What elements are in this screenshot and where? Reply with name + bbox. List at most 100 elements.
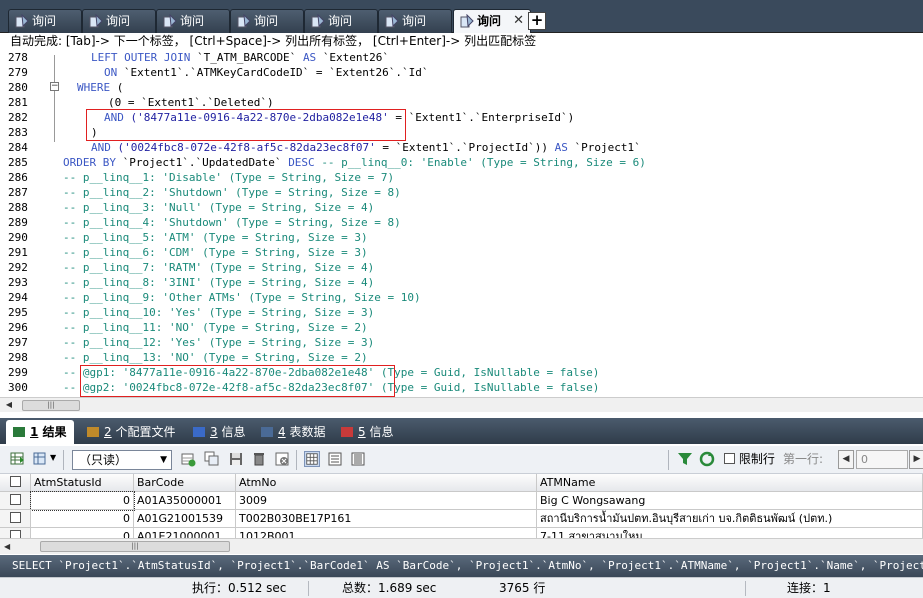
line-number: 299 <box>8 366 28 379</box>
limit-rows-checkbox[interactable]: 限制行 <box>724 451 775 467</box>
table-row[interactable]: 0 A01G21001539 T002B030BE17P161 สถานีบริการ… <box>0 510 923 528</box>
code-line: 293 -- p__linq__8: '3INI' (Type = String,… <box>0 275 923 290</box>
scroll-thumb[interactable]: ||| <box>22 400 80 411</box>
prev-page-button[interactable]: ◀ <box>838 450 854 469</box>
row-check[interactable] <box>9 530 21 538</box>
result-tab-3[interactable]: 3 信息 <box>186 420 248 444</box>
query-icon <box>163 14 177 28</box>
row-check[interactable] <box>9 494 21 505</box>
code-line: 281 (0 = `Extent1`.`Deleted`) <box>0 95 923 110</box>
code-text: -- @gp2: '0024fbc8-072e-42f8-af5c-82da23… <box>63 380 599 395</box>
duplicate-row-icon[interactable] <box>204 451 220 467</box>
query-tab-1[interactable]: 询问 <box>8 9 82 33</box>
form-view-icon[interactable] <box>327 451 343 467</box>
table-cell[interactable]: สถานีบริการน้ำมันปตท.อินบุรีสายเก่า บจ.ก… <box>537 510 923 528</box>
result-toolbar: ▼ （只读） ▼ 限制行 第一行: ◀ 0 ▶ <box>0 446 923 474</box>
import-grid-icon[interactable] <box>32 451 48 467</box>
sql-editor[interactable]: − 278 LEFT OUTER JOIN `T_ATM_BARCODE` AS … <box>0 49 923 397</box>
code-line: 284 AND ('0024fbc8-072e-42f8-af5c-82da23e… <box>0 140 923 155</box>
query-tab-2[interactable]: 询问 <box>82 9 156 33</box>
column-header[interactable]: AtmNo <box>236 474 537 492</box>
table-cell[interactable]: 7-11 สาขาสนามใหม <box>537 528 923 538</box>
table-cell[interactable]: A01A35000001 <box>134 492 236 510</box>
result-tab-label: 结果 <box>42 425 67 439</box>
chevron-down-icon: ▼ <box>160 455 167 465</box>
table-cell[interactable]: 0 <box>31 510 134 528</box>
code-line: 285 ORDER BY `Project1`.`UpdatedDate` DES… <box>0 155 923 170</box>
code-token: ( <box>116 81 124 94</box>
query-tab-7[interactable]: 询问 ✕ <box>453 9 531 34</box>
code-line: 294 -- p__linq__9: 'Other ATMs' (Type = S… <box>0 290 923 305</box>
column-header[interactable]: ATMName <box>537 474 923 492</box>
result-grid[interactable]: AtmStatusId BarCode AtmNo ATMName 0 A01A35000… <box>0 474 923 538</box>
row-checkbox[interactable] <box>0 528 31 538</box>
text-view-icon[interactable] <box>350 451 366 467</box>
table-cell[interactable]: T002B030BE17P161 <box>236 510 537 528</box>
code-token: ON <box>104 66 124 79</box>
select-all-check[interactable] <box>9 476 21 487</box>
chevron-down-icon[interactable]: ▼ <box>50 453 56 462</box>
table-cell[interactable]: Big C Wongsawang <box>537 492 923 510</box>
export-grid-icon[interactable] <box>10 451 26 467</box>
line-number: 281 <box>8 96 28 109</box>
scroll-thumb[interactable]: ||| <box>40 541 230 552</box>
line-number: 284 <box>8 141 28 154</box>
code-line: 292 -- p__linq__7: 'RATM' (Type = String,… <box>0 260 923 275</box>
table-cell[interactable]: 0 <box>31 528 134 538</box>
code-line: 296 -- p__linq__11: 'NO' (Type = String, … <box>0 320 923 335</box>
add-tab-button[interactable]: + <box>528 12 546 30</box>
query-tab-label: 询问 <box>254 14 279 28</box>
grid-horizontal-scrollbar[interactable]: ◀ ||| <box>0 538 923 554</box>
delete-icon[interactable] <box>251 451 267 467</box>
query-tab-label: 询问 <box>106 14 131 28</box>
table-cell[interactable]: 1012B001 <box>236 528 537 538</box>
result-tab-5[interactable]: 5 信息 <box>334 420 398 444</box>
code-line: 298 -- p__linq__13: 'NO' (Type = String, … <box>0 350 923 365</box>
table-row[interactable]: 0 A01E21000001 1012B001 7-11 สาขาสนามใหม <box>0 528 923 538</box>
table-row[interactable]: 0 A01A35000001 3009 Big C Wongsawang <box>0 491 923 511</box>
add-row-icon[interactable] <box>180 451 196 467</box>
query-tab-4[interactable]: 询问 <box>230 9 304 33</box>
limit-rows-check[interactable] <box>724 453 735 464</box>
grid-mode-select[interactable]: （只读） ▼ <box>72 450 172 470</box>
code-token: ) <box>91 126 98 139</box>
result-tab-icon <box>341 427 353 437</box>
save-icon[interactable] <box>228 451 244 467</box>
filter-icon[interactable] <box>677 451 693 467</box>
row-checkbox[interactable] <box>0 492 31 510</box>
scroll-left-icon[interactable]: ◀ <box>4 400 14 410</box>
column-header[interactable]: AtmStatusId <box>31 474 134 492</box>
code-token: AS <box>554 141 575 154</box>
table-cell[interactable]: 0 <box>30 491 135 511</box>
result-tab-label: 表数据 <box>289 425 326 439</box>
close-icon[interactable]: ✕ <box>513 10 524 32</box>
query-tab-5[interactable]: 询问 <box>304 9 378 33</box>
scroll-left-icon[interactable]: ◀ <box>4 542 10 551</box>
refresh-icon[interactable] <box>699 451 715 467</box>
first-row-input[interactable]: 0 <box>856 450 908 469</box>
table-cell[interactable]: A01G21001539 <box>134 510 236 528</box>
result-tab-1[interactable]: 1 结果 <box>6 420 74 444</box>
row-count: 3765 行 <box>499 581 546 595</box>
query-tab-6[interactable]: 询问 <box>378 9 452 33</box>
row-check[interactable] <box>9 512 21 523</box>
code-text: -- p__linq__10: 'Yes' (Type = String, Si… <box>63 305 374 320</box>
next-page-button[interactable]: ▶ <box>909 450 923 469</box>
result-tab-2[interactable]: 2 个配置文件 <box>80 420 180 444</box>
code-token: `Extent1`.`ATMKeyCardCodeID` = `Extent26… <box>123 66 429 79</box>
editor-horizontal-scrollbar[interactable]: ◀ ||| <box>0 397 923 412</box>
column-header[interactable]: BarCode <box>134 474 236 492</box>
result-tab-4[interactable]: 4 表数据 <box>254 420 328 444</box>
cancel-changes-icon[interactable] <box>274 451 290 467</box>
grid-mode-value: （只读） <box>79 453 128 467</box>
query-icon <box>237 14 251 28</box>
grid-view-icon[interactable] <box>304 451 320 467</box>
row-checkbox[interactable] <box>0 510 31 528</box>
select-all-checkbox[interactable] <box>0 474 31 492</box>
total-time: 总数：1.689 sec <box>342 581 437 595</box>
code-text: -- p__linq__12: 'Yes' (Type = String, Si… <box>63 335 374 350</box>
query-tab-3[interactable]: 询问 <box>156 9 230 33</box>
table-cell[interactable]: 3009 <box>236 492 537 510</box>
table-cell[interactable]: A01E21000001 <box>134 528 236 538</box>
code-token: -- p__linq__9: 'Other ATMs' (Type = Stri… <box>63 291 421 304</box>
